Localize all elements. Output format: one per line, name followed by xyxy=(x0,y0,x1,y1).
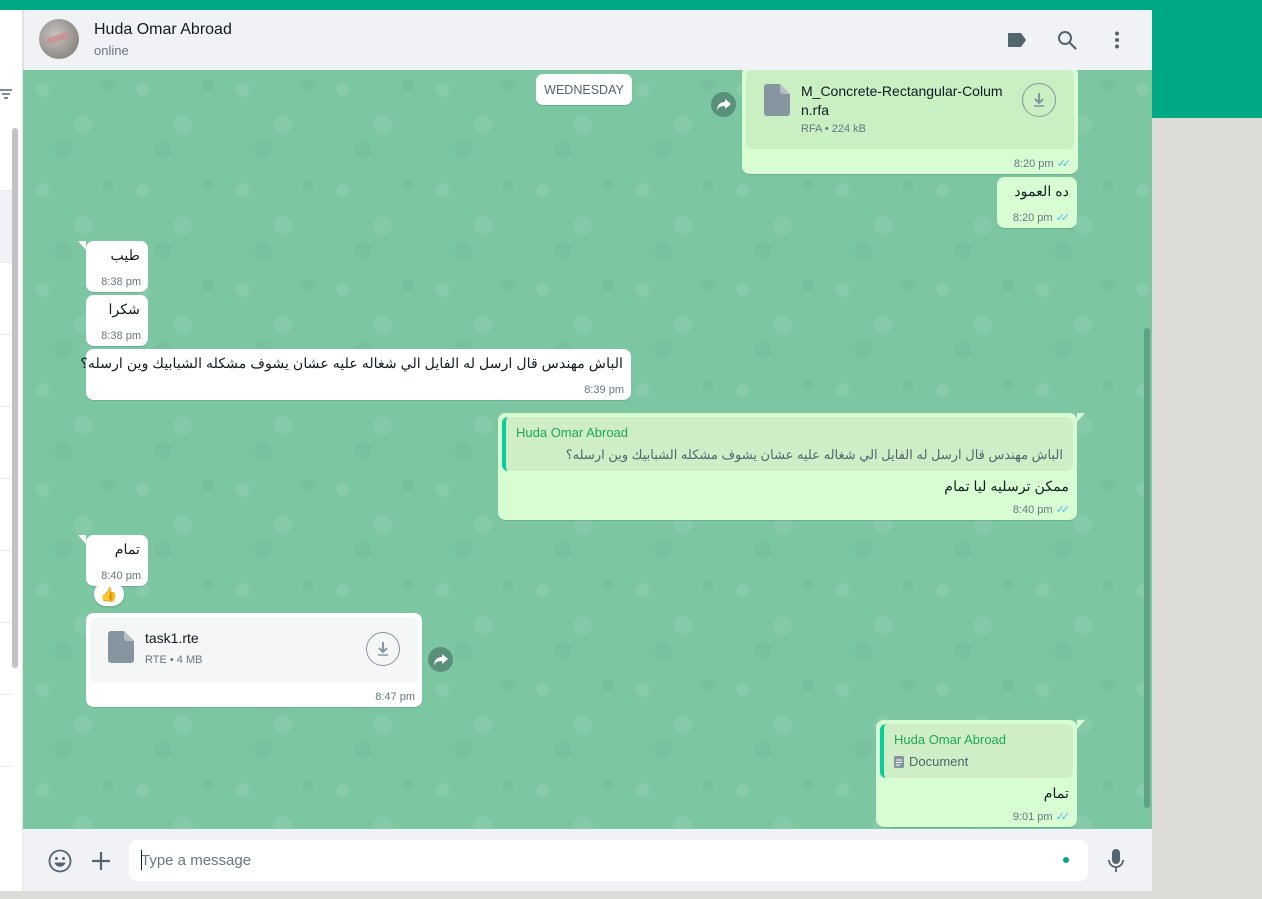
reaction-badge[interactable]: 👍 xyxy=(94,582,124,606)
divider xyxy=(0,622,12,623)
message-meta: 8:38 pm xyxy=(101,330,141,342)
quoted-message[interactable]: Huda Omar Abroad الباش مهندس قال ارسل له… xyxy=(502,417,1073,471)
document-attachment[interactable]: M_Concrete-Rectangular-Colum n.rfa RFA •… xyxy=(746,70,1074,149)
search-icon[interactable] xyxy=(1055,28,1079,52)
quote-author: Huda Omar Abroad xyxy=(894,732,1007,747)
read-ticks-icon: ✓✓ xyxy=(1055,811,1071,823)
divider xyxy=(0,766,12,767)
message-input[interactable] xyxy=(129,840,1088,881)
attach-plus-icon[interactable] xyxy=(88,848,114,874)
file-name: M_Concrete-Rectangular-Colum n.rfa xyxy=(801,83,1003,118)
quote-author: Huda Omar Abroad xyxy=(516,425,629,440)
quote-document: Document xyxy=(894,754,968,769)
microphone-icon[interactable] xyxy=(1103,848,1129,874)
message-bubble-text[interactable]: شكرا 8:38 pm xyxy=(86,295,148,346)
menu-icon[interactable] xyxy=(1105,28,1129,52)
background-accent xyxy=(1152,0,1262,118)
contact-status: online xyxy=(94,43,129,58)
message-text: تمام xyxy=(1043,786,1069,802)
document-attachment[interactable]: task1.rte RTE • 4 MB xyxy=(90,617,418,682)
message-text: ده العمود xyxy=(1014,184,1069,200)
chat-list-item-active[interactable] xyxy=(0,190,12,262)
forward-icon[interactable] xyxy=(711,92,736,117)
message-scrollbar[interactable] xyxy=(1144,328,1150,808)
message-meta: 8:47 pm xyxy=(375,691,415,703)
message-meta: 9:01 pm ✓✓ xyxy=(1013,810,1071,824)
message-meta: 8:39 pm xyxy=(584,384,624,396)
read-ticks-icon: ✓✓ xyxy=(1055,504,1071,516)
message-meta: 8:40 pm ✓✓ xyxy=(1013,503,1071,517)
divider xyxy=(0,406,12,407)
filter-icon[interactable] xyxy=(0,88,12,103)
file-info: RFA • 224 kB xyxy=(801,123,866,135)
message-list[interactable]: WEDNESDAY M_Concrete-Rectangular-Colum n… xyxy=(23,70,1152,829)
message-meta: 8:40 pm xyxy=(101,570,141,582)
date-divider: WEDNESDAY xyxy=(536,74,632,105)
forward-icon[interactable] xyxy=(428,647,453,672)
message-bubble-text[interactable]: الباش مهندس قال ارسل له الفايل الي شغاله… xyxy=(80,349,631,400)
status-dot xyxy=(1063,857,1069,863)
emoji-icon[interactable] xyxy=(47,848,73,874)
file-name: task1.rte xyxy=(145,630,199,646)
quote-text: الباش مهندس قال ارسل له الفايل الي شغاله… xyxy=(565,447,1063,462)
app-top-strip xyxy=(0,0,1262,10)
conversation-panel: Huda Omar Abroad online WEDNESDAY M_Conc… xyxy=(23,10,1152,891)
divider xyxy=(0,478,12,479)
text-caret xyxy=(141,850,142,870)
divider xyxy=(0,334,12,335)
document-icon xyxy=(894,755,904,768)
message-bubble-text[interactable]: تمام 8:40 pm xyxy=(78,535,148,586)
message-bubble-text[interactable]: طيب 8:38 pm xyxy=(78,241,148,292)
background-gray xyxy=(1152,118,1262,899)
file-icon xyxy=(764,84,790,116)
download-icon[interactable] xyxy=(366,632,400,666)
message-bubble-document[interactable]: task1.rte RTE • 4 MB 8:47 pm xyxy=(86,613,422,707)
divider xyxy=(0,694,12,695)
divider xyxy=(0,190,12,191)
message-bubble-reply[interactable]: Huda Omar Abroad الباش مهندس قال ارسل له… xyxy=(498,413,1085,520)
message-text: ممكن ترسليه ليا تمام xyxy=(944,479,1069,495)
message-text: تمام xyxy=(114,542,140,558)
conversation-header[interactable]: Huda Omar Abroad online xyxy=(23,10,1152,70)
message-meta: 8:20 pm ✓✓ xyxy=(1013,211,1071,225)
read-ticks-icon: ✓✓ xyxy=(1056,158,1072,170)
divider xyxy=(0,262,12,263)
message-text: شكرا xyxy=(108,302,141,318)
message-meta: 8:38 pm xyxy=(101,276,141,288)
file-info: RTE • 4 MB xyxy=(145,654,203,666)
quoted-message[interactable]: Huda Omar Abroad Document xyxy=(880,724,1073,778)
message-text: الباش مهندس قال ارسل له الفايل الي شغاله… xyxy=(80,356,623,372)
message-bubble-document[interactable]: M_Concrete-Rectangular-Colum n.rfa RFA •… xyxy=(742,70,1078,174)
label-icon[interactable] xyxy=(1005,28,1029,52)
message-text: طيب xyxy=(110,248,140,264)
message-bubble-reply[interactable]: Huda Omar Abroad Document تمام 9:01 pm ✓✓ xyxy=(876,720,1085,827)
chat-list-pane xyxy=(0,10,23,891)
read-ticks-icon: ✓✓ xyxy=(1055,212,1071,224)
message-composer xyxy=(23,829,1152,891)
divider xyxy=(0,550,12,551)
contact-name[interactable]: Huda Omar Abroad xyxy=(94,21,232,39)
avatar[interactable] xyxy=(39,19,79,59)
chat-list-scrollbar[interactable] xyxy=(12,128,18,668)
download-icon[interactable] xyxy=(1022,83,1056,117)
file-icon xyxy=(108,631,134,663)
message-bubble-text[interactable]: ده العمود 8:20 pm ✓✓ xyxy=(997,177,1077,228)
message-meta: 8:20 pm ✓✓ xyxy=(1014,157,1072,171)
